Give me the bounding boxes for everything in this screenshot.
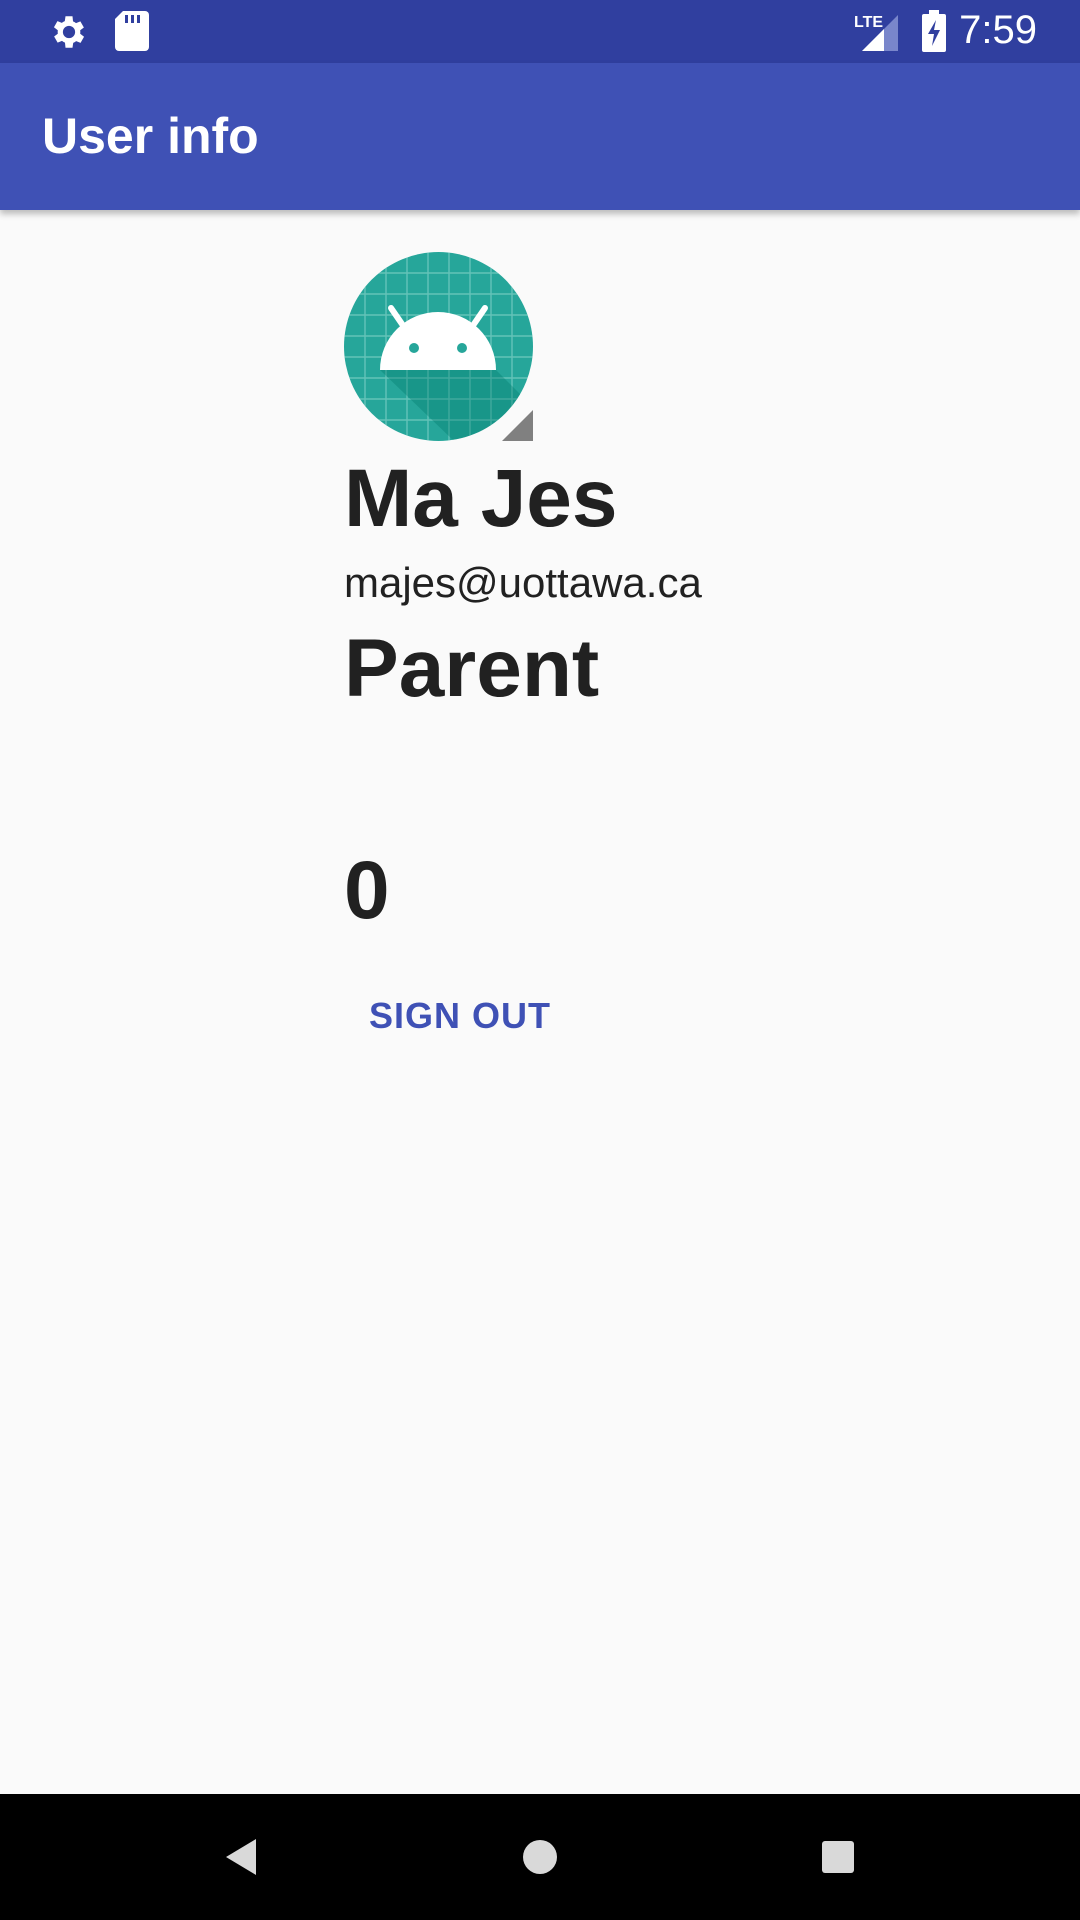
- lte-signal-icon: LTE: [854, 14, 898, 51]
- home-icon[interactable]: [510, 1827, 570, 1887]
- page-title: User info: [42, 108, 259, 164]
- status-bar: LTE 7:59: [0, 0, 1080, 63]
- user-info-content: Ma Jes majes@uottawa.ca Parent 0 SIGN OU…: [0, 210, 1080, 1794]
- sd-card-icon: [115, 11, 149, 51]
- sign-out-button[interactable]: SIGN OUT: [350, 975, 570, 1055]
- count-value: 0: [344, 845, 390, 936]
- user-name: Ma Jes: [344, 453, 618, 544]
- recents-icon[interactable]: [808, 1827, 868, 1887]
- battery-charging-icon: [922, 10, 946, 52]
- status-time: 7:59: [959, 8, 1037, 52]
- android-avatar-icon: [344, 252, 533, 441]
- back-icon[interactable]: [212, 1827, 272, 1887]
- navigation-bar: [0, 1794, 1080, 1920]
- settings-icon: [53, 16, 85, 48]
- svg-text:LTE: LTE: [854, 14, 883, 31]
- app-bar: User info: [0, 63, 1080, 210]
- user-role: Parent: [344, 623, 600, 714]
- user-email: majes@uottawa.ca: [344, 559, 702, 606]
